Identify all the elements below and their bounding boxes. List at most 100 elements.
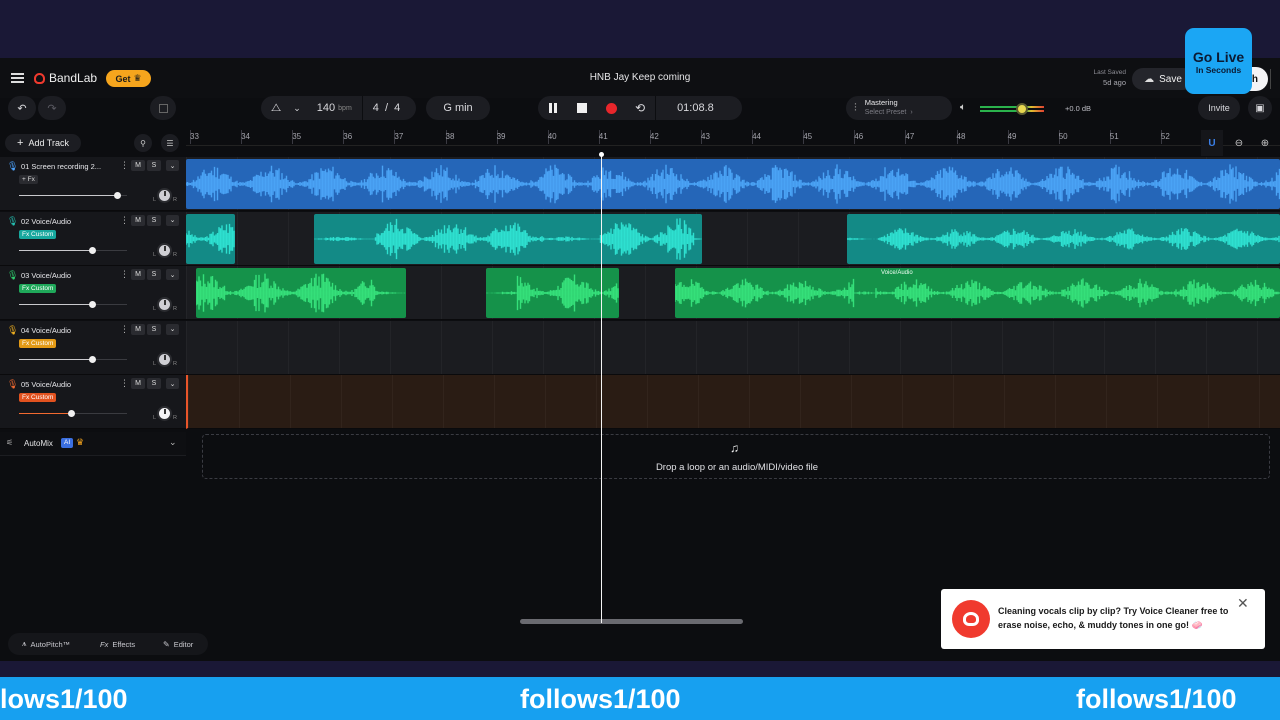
pan-knob[interactable] <box>157 351 172 367</box>
more-options-icon[interactable]: ⋮ <box>120 378 129 389</box>
pan-knob[interactable] <box>157 188 172 203</box>
pause-icon[interactable] <box>549 103 557 113</box>
audio-clip[interactable] <box>196 268 406 319</box>
playhead-handle[interactable] <box>599 152 604 157</box>
more-options-icon[interactable]: ⋮ <box>120 324 129 335</box>
track-lane[interactable] <box>186 211 1280 266</box>
more-options-icon[interactable]: ⋮ <box>120 269 129 280</box>
volume-knob[interactable] <box>114 192 121 199</box>
pan-knob[interactable] <box>157 297 172 313</box>
mute-button[interactable]: M <box>131 214 145 226</box>
solo-button[interactable]: S <box>147 269 161 281</box>
editor-button[interactable]: ✎ Editor <box>163 637 193 651</box>
track-lane[interactable] <box>186 375 1280 430</box>
volume-knob[interactable] <box>89 355 96 363</box>
fx-badge[interactable]: Fx Custom <box>19 229 57 239</box>
go-live-badge[interactable]: Go Live In Seconds <box>1185 28 1252 94</box>
track-lane[interactable]: Voice/Audio <box>186 266 1280 321</box>
volume-knob[interactable] <box>68 410 75 418</box>
add-track-button[interactable]: + Add Track <box>5 134 81 152</box>
chevron-down-icon[interactable]: ⌄ <box>166 160 179 171</box>
stop-icon[interactable] <box>577 103 587 113</box>
chevron-down-icon[interactable]: ⌄ <box>166 378 179 390</box>
chevron-down-icon[interactable]: ⌄ <box>169 437 177 448</box>
key-selector[interactable]: G min <box>426 96 490 120</box>
menu-icon[interactable] <box>11 73 24 83</box>
speaker-icon[interactable]: 🔈︎ <box>960 102 966 113</box>
solo-button[interactable]: S <box>147 378 161 390</box>
track-name[interactable]: 02 Voice/Audio <box>21 217 71 226</box>
tools-button[interactable]: ⚲ <box>134 134 152 152</box>
track-header[interactable]: 🎙︎ 04 Voice/Audio ⋮ M S ⌄ Fx Custom L R <box>0 320 186 375</box>
fx-badge[interactable]: Fx Custom <box>19 284 57 294</box>
track-header[interactable]: 🎙︎ 03 Voice/Audio ⋮ M S ⌄ Fx Custom L R <box>0 266 186 321</box>
audio-clip[interactable] <box>314 213 702 264</box>
volume-thumb[interactable] <box>1015 103 1028 115</box>
loop-icon[interactable]: ⟲ <box>635 101 645 115</box>
track-volume-slider[interactable] <box>19 410 127 418</box>
chevron-down-icon[interactable]: ⌄ <box>166 269 179 281</box>
gift-button[interactable]: ▣ <box>1248 96 1272 120</box>
fx-badge[interactable]: Fx Custom <box>19 338 57 348</box>
zoom-out-button[interactable]: ⊖ <box>1228 130 1250 156</box>
bandlab-logo[interactable]: BandLab <box>34 71 97 85</box>
solo-button[interactable]: S <box>147 323 161 335</box>
undo-button[interactable]: ↶ <box>8 96 36 120</box>
track-lane[interactable] <box>186 320 1280 375</box>
volume-knob[interactable] <box>89 246 96 254</box>
chevron-down-icon[interactable]: ⌄ <box>166 214 179 226</box>
chevron-down-icon[interactable]: ⌄ <box>166 323 179 335</box>
pan-knob[interactable] <box>157 406 172 422</box>
close-icon[interactable]: ✕ <box>1237 595 1249 612</box>
pan-knob[interactable] <box>157 242 172 258</box>
track-lane[interactable] <box>186 157 1280 211</box>
horizontal-scrollbar[interactable] <box>520 619 743 624</box>
track-header[interactable]: 🎙︎ 02 Voice/Audio ⋮ M S ⌄ Fx Custom L R <box>0 211 186 266</box>
autopitch-button[interactable]: ⩚ AutoPitch™ <box>22 637 70 651</box>
track-header[interactable]: 🎙︎ 01 Screen recording 2... ⋮ M S ⌄ + Fx… <box>0 157 186 211</box>
timeline-ruler[interactable]: 33 34 35 36 37 38 39 40 41 42 43 44 45 46 47 48 49 50 51 52 <box>186 130 1280 146</box>
audio-clip[interactable] <box>847 213 1280 264</box>
track-name[interactable]: 01 Screen recording 2... <box>21 162 101 171</box>
automix-row[interactable]: ⚟ AutoMix AI ♛ ⌄ <box>0 432 186 456</box>
mute-button[interactable]: M <box>131 269 145 281</box>
fx-badge[interactable]: + Fx <box>19 175 38 184</box>
track-name[interactable]: 05 Voice/Audio <box>21 380 71 389</box>
mute-button[interactable]: M <box>131 323 145 335</box>
track-panel-button[interactable] <box>150 96 176 120</box>
track-name[interactable]: 03 Voice/Audio <box>21 271 71 280</box>
mute-button[interactable]: M <box>131 378 145 390</box>
bpm-value[interactable]: 140 <box>317 102 335 114</box>
voice-cleaner-toast[interactable]: Cleaning vocals clip by clip? Try Voice … <box>941 589 1265 649</box>
master-volume-slider[interactable] <box>980 103 1044 115</box>
drop-zone[interactable]: ♫ Drop a loop or an audio/MIDI/video fil… <box>202 434 1270 479</box>
invite-button[interactable]: Invite <box>1198 96 1240 120</box>
track-settings-button[interactable]: ☰ <box>161 134 179 152</box>
zoom-in-button[interactable]: ⊕ <box>1254 130 1276 156</box>
track-volume-slider[interactable] <box>19 246 127 254</box>
fx-badge[interactable]: Fx Custom <box>19 393 57 403</box>
effects-button[interactable]: Fx Effects <box>100 637 135 651</box>
project-title[interactable]: HNB Jay Keep coming <box>540 72 740 83</box>
track-header[interactable]: 🎙︎ 05 Voice/Audio ⋮ M S ⌄ Fx Custom L R <box>0 375 186 430</box>
more-menu-edge[interactable] <box>1270 69 1280 89</box>
track-volume-slider[interactable] <box>19 355 127 363</box>
solo-button[interactable]: S <box>147 160 161 171</box>
more-options-icon[interactable]: ⋮ <box>120 215 129 226</box>
time-signature[interactable]: 4 / 4 <box>373 102 400 114</box>
chevron-down-icon[interactable]: ⌄ <box>293 103 301 114</box>
snap-button[interactable]: U <box>1201 130 1223 156</box>
redo-button[interactable]: ↷ <box>38 96 66 120</box>
metronome-icon[interactable]: ⧍ <box>271 102 281 115</box>
playhead[interactable] <box>601 153 602 623</box>
audio-clip[interactable]: Voice/Audio <box>675 268 1280 319</box>
volume-knob[interactable] <box>89 301 96 309</box>
audio-clip[interactable] <box>186 159 1280 209</box>
solo-button[interactable]: S <box>147 214 161 226</box>
mute-button[interactable]: M <box>131 160 145 171</box>
audio-clip[interactable] <box>186 213 235 264</box>
more-options-icon[interactable]: ⋮ <box>120 160 129 171</box>
get-membership-button[interactable]: Get ♛ <box>106 70 151 87</box>
track-name[interactable]: 04 Voice/Audio <box>21 326 71 335</box>
track-volume-slider[interactable] <box>19 301 127 309</box>
